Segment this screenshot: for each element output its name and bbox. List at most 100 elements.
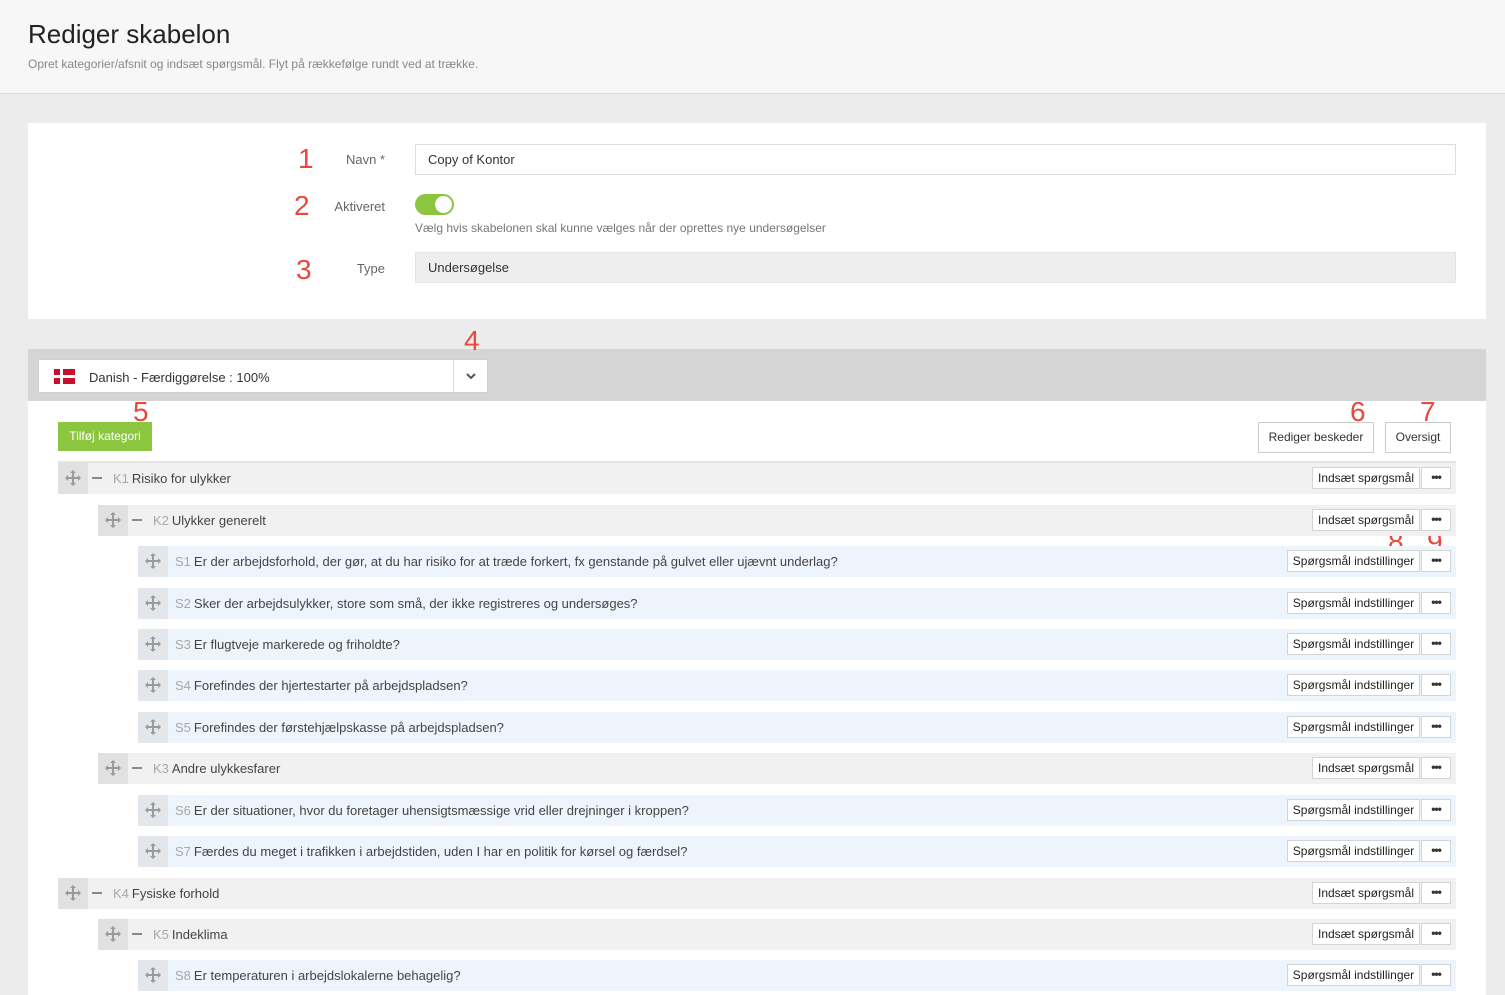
question-settings-button[interactable]: Spørgsmål indstillinger xyxy=(1287,592,1420,614)
more-options-button[interactable]: ••• xyxy=(1421,840,1451,862)
question-row[interactable]: S7 Færdes du meget i trafikken i arbejdst… xyxy=(138,836,1456,867)
item-code: K1 xyxy=(113,471,129,486)
insert-question-button[interactable]: Indsæt spørgsmål xyxy=(1312,509,1420,531)
question-row[interactable]: S4 Forefindes der hjertestarter på arbejd… xyxy=(138,670,1456,701)
insert-question-button[interactable]: Indsæt spørgsmål xyxy=(1312,467,1420,489)
question-row[interactable]: S8 Er temperaturen i arbejdslokalerne beh… xyxy=(138,960,1456,991)
collapse-icon[interactable] xyxy=(132,767,142,769)
item-code: S7 xyxy=(175,844,191,859)
more-options-button[interactable]: ••• xyxy=(1421,716,1451,738)
question-text: S8 Er temperaturen i arbejdslokalerne beh… xyxy=(175,968,461,983)
item-label: Er flugtveje markerede og friholdte? xyxy=(193,637,400,652)
question-text: S2 Sker der arbejdsulykker, store som små… xyxy=(175,596,638,611)
category-row[interactable]: K4 Fysiske forhold Indsæt spørgsmål ••• xyxy=(58,878,1456,909)
insert-question-button[interactable]: Indsæt spørgsmål xyxy=(1312,882,1420,904)
more-options-button[interactable]: ••• xyxy=(1421,757,1451,779)
category-title: K3 Andre ulykkesfarer xyxy=(153,761,280,776)
category-row[interactable]: K1 Risiko for ulykker Indsæt spørgsmål ••• xyxy=(58,463,1456,494)
item-label: Er der arbejdsforhold, der gør, at du ha… xyxy=(193,554,838,569)
category-title: K5 Indeklima xyxy=(153,927,228,942)
item-code: S4 xyxy=(175,678,191,693)
drag-handle-icon[interactable] xyxy=(98,753,128,784)
collapse-icon[interactable] xyxy=(132,933,142,935)
item-label: Forefindes der hjertestarter på arbejdsp… xyxy=(193,678,468,693)
question-settings-button[interactable]: Spørgsmål indstillinger xyxy=(1287,674,1420,696)
collapse-icon[interactable] xyxy=(92,892,102,894)
edit-messages-button[interactable]: Rediger beskeder xyxy=(1258,422,1374,453)
drag-handle-icon[interactable] xyxy=(138,588,168,619)
more-options-button[interactable]: ••• xyxy=(1421,923,1451,945)
active-label: Aktiveret xyxy=(334,199,385,214)
collapse-icon[interactable] xyxy=(92,477,102,479)
question-row[interactable]: S2 Sker der arbejdsulykker, store som små… xyxy=(138,588,1456,619)
category-row[interactable]: K5 Indeklima Indsæt spørgsmål ••• xyxy=(98,919,1456,950)
overview-button[interactable]: Oversigt xyxy=(1385,422,1451,453)
question-settings-button[interactable]: Spørgsmål indstillinger xyxy=(1287,716,1420,738)
category-row[interactable]: K3 Andre ulykkesfarer Indsæt spørgsmål ••• xyxy=(98,753,1456,784)
question-text: S6 Er der situationer, hvor du foretager … xyxy=(175,803,689,818)
question-settings-button[interactable]: Spørgsmål indstillinger xyxy=(1287,964,1420,986)
more-options-button[interactable]: ••• xyxy=(1421,592,1451,614)
denmark-flag-icon xyxy=(54,369,75,384)
drag-handle-icon[interactable] xyxy=(138,712,168,743)
question-row[interactable]: S5 Forefindes der førstehjælpskasse på ar… xyxy=(138,712,1456,743)
type-field xyxy=(415,252,1456,283)
add-category-button[interactable]: Tilføj kategori xyxy=(58,422,152,451)
type-label: Type xyxy=(356,261,385,276)
chevron-down-icon[interactable] xyxy=(453,360,487,392)
question-row[interactable]: S3 Er flugtveje markerede og friholdte? Sp… xyxy=(138,629,1456,660)
more-options-button[interactable]: ••• xyxy=(1421,882,1451,904)
page-header: Rediger skabelon Opret kategorier/afsnit… xyxy=(0,0,1505,94)
active-toggle[interactable] xyxy=(415,194,454,215)
question-settings-button[interactable]: Spørgsmål indstillinger xyxy=(1287,799,1420,821)
more-options-button[interactable]: ••• xyxy=(1421,633,1451,655)
question-text: S3 Er flugtveje markerede og friholdte? xyxy=(175,637,400,652)
question-settings-button[interactable]: Spørgsmål indstillinger xyxy=(1287,633,1420,655)
more-options-button[interactable]: ••• xyxy=(1421,550,1451,572)
name-input[interactable] xyxy=(415,144,1456,175)
drag-handle-icon[interactable] xyxy=(138,629,168,660)
insert-question-button[interactable]: Indsæt spørgsmål xyxy=(1312,923,1420,945)
question-row[interactable]: S6 Er der situationer, hvor du foretager … xyxy=(138,795,1456,826)
more-options-button[interactable]: ••• xyxy=(1421,467,1451,489)
item-label: Forefindes der førstehjælpskasse på arbe… xyxy=(193,720,504,735)
category-title: K4 Fysiske forhold xyxy=(113,886,219,901)
insert-question-button[interactable]: Indsæt spørgsmål xyxy=(1312,757,1420,779)
item-label: Fysiske forhold xyxy=(131,886,220,901)
question-row[interactable]: S1 Er der arbejdsforhold, der gør, at du … xyxy=(138,546,1456,577)
more-options-button[interactable]: ••• xyxy=(1421,674,1451,696)
drag-handle-icon[interactable] xyxy=(58,878,88,909)
category-title: K1 Risiko for ulykker xyxy=(113,471,231,486)
item-code: K5 xyxy=(153,927,169,942)
item-label: Indeklima xyxy=(171,927,228,942)
more-options-button[interactable]: ••• xyxy=(1421,964,1451,986)
item-code: S8 xyxy=(175,968,191,983)
drag-handle-icon[interactable] xyxy=(138,546,168,577)
language-bar: Danish - Færdiggørelse : 100% xyxy=(28,349,1486,401)
annotation-marker: 4 xyxy=(464,325,480,356)
drag-handle-icon[interactable] xyxy=(138,670,168,701)
drag-handle-icon[interactable] xyxy=(98,919,128,950)
question-text: S4 Forefindes der hjertestarter på arbejd… xyxy=(175,678,468,693)
more-options-button[interactable]: ••• xyxy=(1421,509,1451,531)
more-options-button[interactable]: ••• xyxy=(1421,799,1451,821)
item-label: Ulykker generelt xyxy=(171,513,266,528)
drag-handle-icon[interactable] xyxy=(98,505,128,536)
collapse-icon[interactable] xyxy=(132,519,142,521)
drag-handle-icon[interactable] xyxy=(138,836,168,867)
name-label: Navn * xyxy=(345,152,385,167)
active-help-text: Vælg hvis skabelonen skal kunne vælges n… xyxy=(415,221,826,235)
language-value: Danish - Færdiggørelse : 100% xyxy=(89,370,270,385)
question-text: S5 Forefindes der førstehjælpskasse på ar… xyxy=(175,720,504,735)
category-title: K2 Ulykker generelt xyxy=(153,513,266,528)
drag-handle-icon[interactable] xyxy=(138,960,168,991)
item-label: Er der situationer, hvor du foretager uh… xyxy=(193,803,689,818)
question-text: S7 Færdes du meget i trafikken i arbejdst… xyxy=(175,844,687,859)
category-row[interactable]: K2 Ulykker generelt Indsæt spørgsmål ••• xyxy=(98,505,1456,536)
item-label: Er temperaturen i arbejdslokalerne behag… xyxy=(193,968,461,983)
drag-handle-icon[interactable] xyxy=(58,463,88,494)
language-select[interactable]: Danish - Færdiggørelse : 100% xyxy=(38,359,488,393)
question-settings-button[interactable]: Spørgsmål indstillinger xyxy=(1287,840,1420,862)
drag-handle-icon[interactable] xyxy=(138,795,168,826)
question-settings-button[interactable]: Spørgsmål indstillinger xyxy=(1287,550,1420,572)
